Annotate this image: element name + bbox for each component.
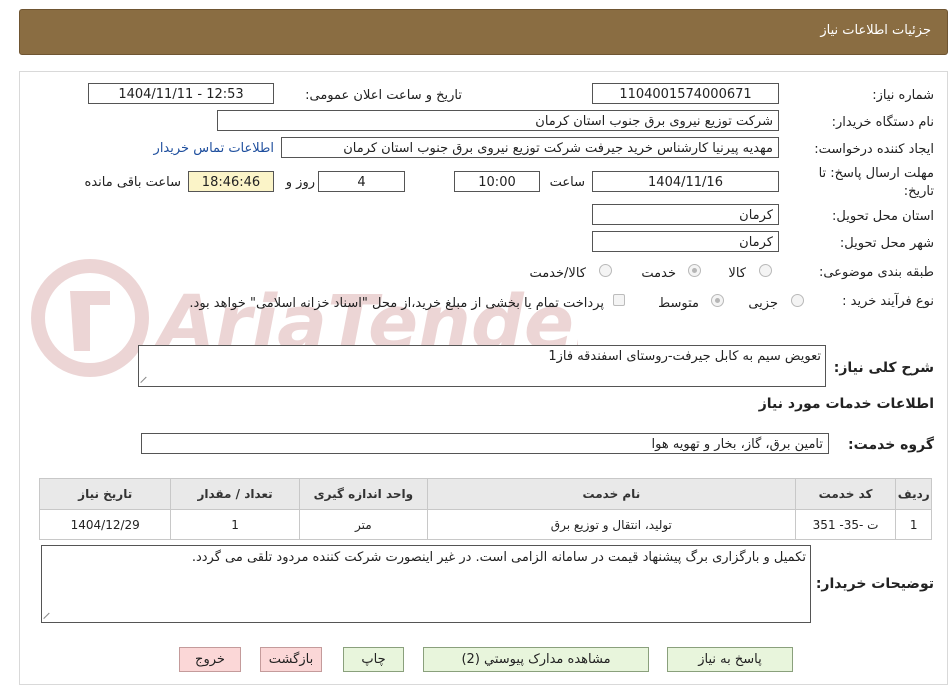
resize-handle-icon[interactable] — [44, 611, 52, 619]
category-label: طبقه بندی موضوعی: — [818, 265, 934, 280]
remaining-label: ساعت باقی مانده — [84, 175, 181, 190]
column-header: ردیف — [895, 478, 932, 510]
buyer-notes-label: توضیحات خریدار: — [815, 576, 934, 592]
back-button[interactable]: بازگشت — [260, 647, 322, 672]
services-table: ردیف کد خدمت نام خدمت واحد اندازه گیری ت… — [38, 478, 932, 540]
table-cell: متر — [298, 509, 429, 540]
city-label: شهر محل تحویل: — [839, 236, 934, 251]
creator-label: ایجاد کننده درخواست: — [814, 142, 934, 157]
view-attachments-button[interactable]: مشاهده مدارک پیوستي (2) — [423, 647, 649, 672]
column-header: تاریخ نیاز — [38, 478, 172, 510]
category-option-service: خدمت — [641, 266, 676, 281]
treasury-checkbox[interactable] — [613, 294, 625, 306]
need-number-label: شماره نیاز: — [872, 88, 934, 103]
treasury-payment-note: پرداخت تمام یا بخشی از مبلغ خرید،از محل … — [189, 296, 604, 311]
reply-button[interactable]: پاسخ به نیاز — [667, 647, 793, 672]
remaining-time-field: 18:46:46 — [188, 171, 274, 192]
deadline-time-field[interactable]: 10:00 — [454, 171, 540, 192]
service-group-field[interactable]: تامین برق، گاز، بخار و تهویه هوا — [141, 433, 829, 454]
province-label: استان محل تحویل: — [832, 209, 934, 224]
process-option-minor: جزیی — [748, 296, 778, 311]
column-header: کد خدمت — [794, 478, 897, 510]
announce-label: تاریخ و ساعت اعلان عمومی: — [305, 88, 462, 103]
column-header: نام خدمت — [427, 478, 796, 510]
process-label: نوع فرآیند خرید : — [842, 294, 934, 309]
deadline-label-date: تاریخ: — [903, 184, 934, 199]
buyer-contact-link[interactable]: اطلاعات تماس خریدار — [154, 141, 274, 156]
buyer-org-field[interactable]: شرکت توزیع نیروی برق جنوب استان کرمان — [217, 110, 779, 131]
deadline-time-label: ساعت — [549, 175, 585, 190]
exit-button[interactable]: خروج — [179, 647, 241, 672]
table-cell: 1404/12/29 — [38, 509, 172, 540]
city-field[interactable]: کرمان — [592, 231, 779, 252]
service-group-label: گروه خدمت: — [848, 437, 934, 453]
buyer-org-label: نام دستگاه خریدار: — [831, 115, 934, 130]
category-option-goods-service: کالا/خدمت — [529, 266, 586, 281]
category-radio-goods[interactable] — [759, 264, 772, 277]
table-cell: 1 — [895, 509, 932, 540]
process-radio-minor[interactable] — [791, 294, 804, 307]
table-row[interactable]: 1 ت -35- 351 تولید، انتقال و توزیع برق م… — [38, 509, 932, 540]
table-cell: ت -35- 351 — [794, 509, 897, 540]
category-radio-service[interactable] — [688, 264, 701, 277]
page-title: جزئیات اطلاعات نیاز — [820, 23, 931, 38]
table-cell: تولید، انتقال و توزیع برق — [427, 509, 796, 540]
column-header: واحد اندازه گیری — [298, 478, 429, 510]
category-radio-goods-service[interactable] — [599, 264, 612, 277]
need-number-field[interactable]: 1104001574000671 — [592, 83, 779, 104]
description-text: تعویض سیم به کابل جیرفت-روستای اسفندقه ف… — [548, 349, 821, 364]
province-field[interactable]: کرمان — [592, 204, 779, 225]
creator-field[interactable]: مهدیه پیرنیا کارشناس خرید جیرفت شرکت توز… — [281, 137, 779, 158]
services-table-header: ردیف کد خدمت نام خدمت واحد اندازه گیری ت… — [38, 478, 932, 510]
description-textarea[interactable]: تعویض سیم به کابل جیرفت-روستای اسفندقه ف… — [138, 345, 826, 387]
services-section-title: اطلاعات خدمات مورد نیاز — [758, 396, 934, 412]
days-label: روز و — [285, 175, 315, 190]
print-button[interactable]: چاپ — [343, 647, 404, 672]
column-header: تعداد / مقدار — [170, 478, 300, 510]
days-field[interactable]: 4 — [318, 171, 405, 192]
announce-field[interactable]: 1404/11/11 - 12:53 — [88, 83, 274, 104]
deadline-label: مهلت ارسال پاسخ: تا — [818, 166, 934, 181]
resize-handle-icon[interactable] — [141, 375, 149, 383]
table-cell: 1 — [170, 509, 300, 540]
category-option-goods: کالا — [728, 266, 746, 281]
page-header: جزئیات اطلاعات نیاز — [19, 9, 948, 55]
buyer-notes-text: تکمیل و بارگزاری برگ پیشنهاد قیمت در سام… — [191, 550, 806, 565]
process-radio-medium[interactable] — [711, 294, 724, 307]
description-label: شرح کلی نیاز: — [833, 360, 934, 376]
process-option-medium: متوسط — [658, 296, 699, 311]
buyer-notes-textarea[interactable]: تکمیل و بارگزاری برگ پیشنهاد قیمت در سام… — [41, 545, 811, 623]
deadline-date-field[interactable]: 1404/11/16 — [592, 171, 779, 192]
